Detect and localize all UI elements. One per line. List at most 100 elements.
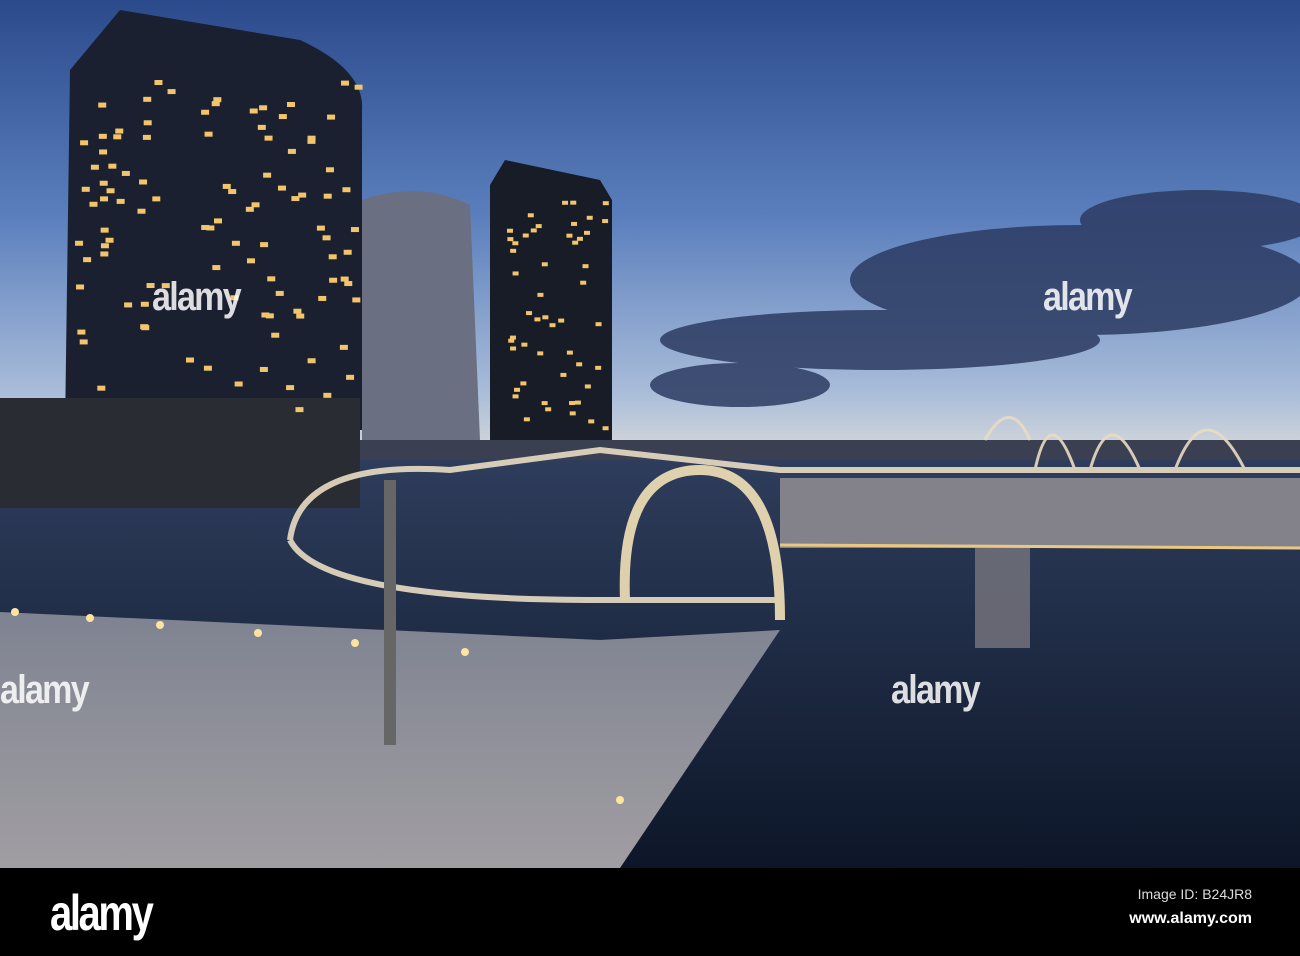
lit-window — [99, 149, 108, 155]
lit-window — [228, 189, 237, 195]
lit-window — [167, 89, 176, 95]
lit-window — [293, 308, 302, 314]
lit-window — [307, 358, 316, 364]
lit-window — [508, 338, 515, 343]
lit-window — [560, 372, 567, 377]
lit-window — [558, 318, 565, 323]
lit-window — [124, 302, 133, 308]
lit-window — [343, 249, 352, 255]
sign-post — [384, 480, 396, 745]
lit-window — [576, 362, 583, 367]
lit-window — [152, 196, 161, 202]
photo — [0, 0, 1300, 868]
lit-window — [106, 188, 115, 194]
ground-light — [86, 614, 94, 622]
lit-window — [537, 292, 544, 297]
lit-window — [231, 240, 240, 246]
lit-window — [307, 138, 316, 144]
lit-window — [245, 206, 254, 212]
lit-window — [275, 290, 284, 296]
lit-window — [562, 200, 569, 205]
lit-window — [75, 240, 84, 246]
lit-window — [100, 243, 109, 249]
lit-window — [142, 134, 151, 140]
lit-window — [318, 295, 327, 301]
lit-window — [340, 80, 349, 86]
lit-window — [206, 225, 215, 231]
lit-window — [572, 240, 579, 245]
lit-window — [257, 124, 266, 130]
lit-window — [249, 108, 258, 114]
lit-window — [576, 236, 583, 241]
lit-window — [541, 262, 548, 267]
lit-window — [339, 344, 348, 350]
lit-window — [323, 193, 332, 199]
website-link[interactable]: www.alamy.com — [1129, 910, 1252, 928]
lit-window — [154, 80, 163, 86]
lit-window — [79, 339, 88, 345]
lit-window — [506, 228, 513, 233]
lit-window — [81, 186, 90, 192]
ground-light — [351, 639, 359, 647]
lit-window — [549, 323, 556, 328]
watermark: alamy — [0, 668, 90, 712]
lit-window — [271, 332, 280, 338]
lit-window — [595, 322, 602, 327]
lit-window — [574, 400, 581, 405]
lit-window — [201, 109, 210, 115]
lit-window — [259, 105, 268, 111]
lit-window — [286, 102, 295, 108]
lit-window — [328, 254, 337, 260]
lit-window — [580, 280, 587, 285]
lit-window — [140, 324, 149, 330]
lit-window — [137, 208, 146, 214]
lit-window — [570, 200, 577, 205]
lit-window — [89, 201, 98, 207]
lit-window — [507, 237, 514, 242]
photo-frame: alamy alamy alamy alamy alamy Image ID: … — [0, 0, 1300, 956]
watermark: alamy — [1043, 275, 1133, 319]
lit-window — [571, 221, 578, 226]
lit-window — [582, 264, 589, 269]
lit-window — [204, 131, 213, 137]
lit-window — [530, 228, 537, 233]
lit-window — [105, 237, 114, 243]
lit-window — [115, 128, 124, 134]
lit-window — [100, 196, 109, 202]
lit-window — [277, 185, 286, 191]
lit-window — [327, 114, 336, 120]
watermark: alamy — [891, 668, 981, 712]
lit-window — [116, 198, 125, 204]
lit-window — [83, 257, 92, 263]
lit-window — [278, 114, 287, 120]
lit-window — [322, 235, 331, 241]
lit-window — [522, 233, 529, 238]
lit-window — [545, 407, 552, 412]
lit-window — [203, 365, 212, 371]
lit-window — [267, 276, 276, 282]
lit-window — [566, 233, 573, 238]
lit-window — [113, 134, 122, 140]
lit-window — [260, 242, 269, 248]
lit-window — [261, 312, 270, 318]
lit-window — [542, 315, 549, 320]
lit-window — [100, 227, 109, 233]
lit-window — [602, 201, 609, 206]
lit-window — [602, 426, 609, 431]
lit-window — [98, 133, 107, 139]
lit-window — [325, 167, 334, 173]
lit-window — [213, 218, 222, 224]
lit-window — [316, 225, 325, 231]
lit-window — [512, 394, 519, 399]
lit-window — [97, 385, 106, 391]
lit-window — [143, 96, 152, 102]
ground-light — [616, 796, 624, 804]
lit-window — [139, 179, 148, 185]
lit-window — [514, 387, 521, 392]
lit-window — [99, 180, 108, 186]
image-id: Image ID: B24JR8 — [1137, 886, 1252, 902]
lit-window — [140, 301, 149, 307]
lit-window — [350, 227, 359, 233]
lit-window — [329, 277, 338, 283]
lit-window — [527, 213, 534, 218]
